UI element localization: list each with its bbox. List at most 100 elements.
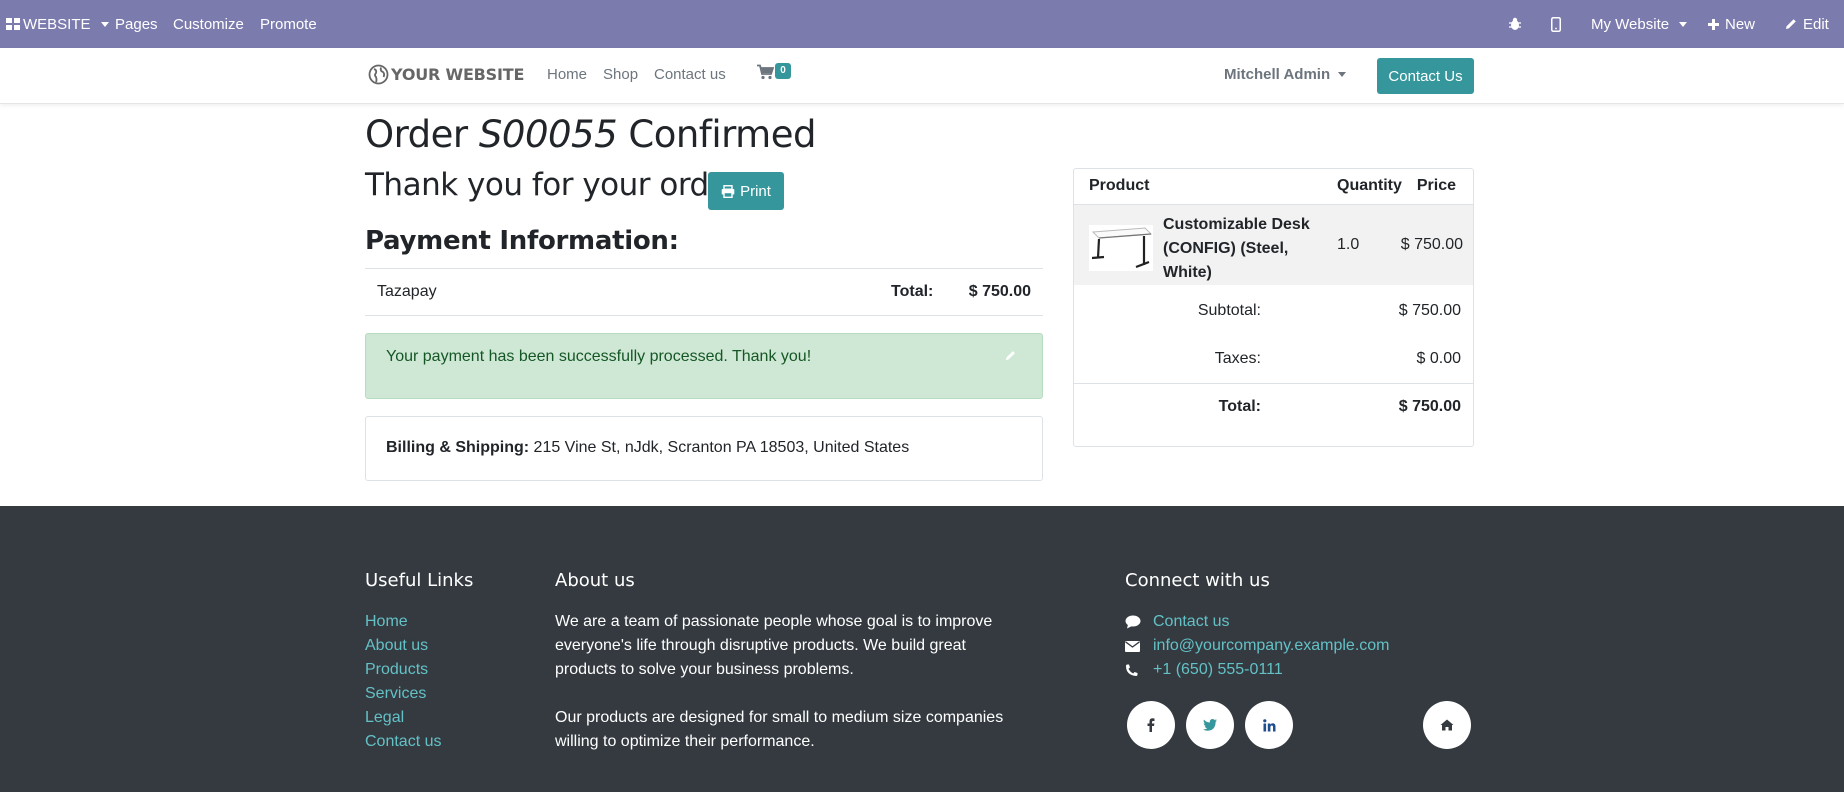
pencil-icon[interactable] bbox=[1005, 350, 1016, 361]
about-paragraph: We are a team of passionate people whose… bbox=[555, 613, 993, 678]
about-heading: About us bbox=[555, 570, 635, 591]
header-price: Price bbox=[1416, 177, 1456, 194]
site-header: YOUR WEBSITE Home Shop Contact us 0 Mitc… bbox=[0, 48, 1844, 104]
payment-row: Tazapay Total: $ 750.00 bbox=[365, 268, 1043, 316]
bug-icon bbox=[1508, 17, 1522, 31]
print-icon bbox=[721, 184, 735, 198]
subtotal-label: Subtotal: bbox=[1197, 302, 1261, 319]
debug-button[interactable] bbox=[1508, 0, 1522, 48]
header-quantity: Quantity bbox=[1337, 177, 1402, 194]
order-reference: S00055 bbox=[478, 113, 618, 156]
connect-heading: Connect with us bbox=[1125, 570, 1270, 591]
payment-acquirer: Tazapay bbox=[377, 283, 437, 300]
product-name: Customizable Desk (CONFIG) (Steel, White… bbox=[1163, 216, 1310, 281]
promote-menu[interactable]: Promote bbox=[260, 0, 317, 48]
pages-menu[interactable]: Pages bbox=[115, 0, 158, 48]
product-quantity: 1.0 bbox=[1337, 236, 1360, 253]
divider bbox=[1074, 383, 1473, 384]
linkedin-icon bbox=[1262, 718, 1276, 732]
globe-icon bbox=[368, 64, 389, 85]
mobile-icon bbox=[1551, 16, 1561, 32]
twitter-icon bbox=[1203, 719, 1217, 731]
header-product: Product bbox=[1089, 177, 1150, 194]
cart-icon bbox=[757, 64, 774, 80]
facebook-button[interactable] bbox=[1127, 701, 1175, 749]
user-name: Mitchell Admin bbox=[1224, 66, 1331, 83]
footer-link-products[interactable]: Products bbox=[365, 658, 441, 682]
footer-link-home[interactable]: Home bbox=[365, 610, 441, 634]
print-label: Print bbox=[740, 182, 771, 200]
footer-link-services[interactable]: Services bbox=[365, 682, 441, 706]
contact-us-button[interactable]: Contact Us bbox=[1377, 58, 1474, 94]
billing-shipping-box: Billing & Shipping: 215 Vine St, nJdk, S… bbox=[365, 416, 1043, 481]
product-image bbox=[1089, 225, 1153, 271]
billing-label: Billing & Shipping: bbox=[386, 439, 530, 456]
useful-links-heading: Useful Links bbox=[365, 570, 474, 591]
mobile-preview-button[interactable] bbox=[1551, 0, 1561, 48]
home-button[interactable] bbox=[1423, 701, 1471, 749]
website-menu-label: WEBSITE bbox=[23, 15, 91, 33]
order-summary-card: Product Quantity Price Customizable Desk… bbox=[1073, 168, 1474, 447]
about-text: We are a team of passionate people whose… bbox=[555, 610, 1025, 754]
user-menu[interactable]: Mitchell Admin bbox=[1224, 66, 1347, 83]
new-button[interactable]: New bbox=[1708, 0, 1755, 48]
edit-button[interactable]: Edit bbox=[1785, 0, 1829, 48]
footer-contact-link[interactable]: Contact us bbox=[1153, 613, 1229, 631]
thank-you-message: Thank you for your order. bbox=[365, 167, 747, 203]
payment-heading: Payment Information: bbox=[365, 226, 679, 256]
twitter-button[interactable] bbox=[1186, 701, 1234, 749]
apps-icon bbox=[6, 18, 20, 30]
nav-contact-us[interactable]: Contact us bbox=[654, 66, 726, 83]
footer-link-legal[interactable]: Legal bbox=[365, 706, 441, 730]
list-item: +1 (650) 555-0111 bbox=[1125, 658, 1390, 682]
billing-line: Billing & Shipping: 215 Vine St, nJdk, S… bbox=[386, 439, 909, 457]
comment-icon bbox=[1125, 615, 1153, 629]
list-item: Contact us bbox=[1125, 610, 1390, 634]
footer-phone-link[interactable]: +1 (650) 555-0111 bbox=[1153, 661, 1283, 679]
list-item: info@yourcompany.example.com bbox=[1125, 634, 1390, 658]
page-title: Order S00055 Confirmed bbox=[365, 113, 816, 156]
footer-link-contact-us[interactable]: Contact us bbox=[365, 730, 441, 754]
nav-shop[interactable]: Shop bbox=[603, 66, 638, 83]
footer-link-about-us[interactable]: About us bbox=[365, 634, 441, 658]
site-selector[interactable]: My Website bbox=[1591, 0, 1688, 48]
nav-home[interactable]: Home bbox=[547, 66, 587, 83]
linkedin-button[interactable] bbox=[1245, 701, 1293, 749]
title-suffix: Confirmed bbox=[617, 113, 816, 156]
plus-icon bbox=[1708, 18, 1719, 30]
useful-links-list: Home About us Products Services Legal Co… bbox=[365, 610, 441, 754]
product-price: $ 750.00 bbox=[1400, 236, 1463, 253]
cart-link[interactable]: 0 bbox=[757, 63, 791, 80]
taxes-value: $ 0.00 bbox=[1416, 350, 1461, 367]
edit-label: Edit bbox=[1803, 15, 1829, 33]
summary-total-label: Total: bbox=[1218, 398, 1261, 415]
chevron-down-icon bbox=[1679, 21, 1688, 27]
logo-text: YOUR WEBSITE bbox=[391, 65, 525, 84]
footer-email-link[interactable]: info@yourcompany.example.com bbox=[1153, 637, 1390, 655]
chevron-down-icon bbox=[100, 21, 109, 27]
customize-menu[interactable]: Customize bbox=[173, 0, 244, 48]
site-logo[interactable]: YOUR WEBSITE bbox=[368, 64, 524, 85]
facebook-icon bbox=[1147, 718, 1155, 732]
taxes-label: Taxes: bbox=[1214, 350, 1261, 367]
contact-list: Contact us info@yourcompany.example.com … bbox=[1125, 610, 1390, 682]
summary-total-value: $ 750.00 bbox=[1398, 398, 1461, 415]
pencil-icon bbox=[1785, 18, 1797, 30]
new-label: New bbox=[1725, 15, 1756, 33]
success-message: Your payment has been successfully proce… bbox=[386, 348, 812, 365]
footer: Useful Links Home About us Products Serv… bbox=[0, 506, 1844, 792]
envelope-icon bbox=[1125, 640, 1153, 652]
home-icon bbox=[1440, 719, 1454, 731]
phone-icon bbox=[1125, 664, 1153, 677]
title-prefix: Order bbox=[365, 113, 479, 156]
chevron-down-icon bbox=[1338, 72, 1347, 77]
print-button[interactable]: Print bbox=[708, 172, 784, 210]
website-menu[interactable]: WEBSITE bbox=[6, 0, 109, 48]
admin-bar: WEBSITE Pages Customize Promote My Websi… bbox=[0, 0, 1844, 48]
billing-address: 215 Vine St, nJdk, Scranton PA 18503, Un… bbox=[529, 439, 910, 456]
subtotal-value: $ 750.00 bbox=[1398, 302, 1461, 319]
about-paragraph: Our products are designed for small to m… bbox=[555, 709, 1004, 750]
payment-total-label: Total: bbox=[891, 283, 934, 300]
cart-count-badge: 0 bbox=[775, 63, 791, 79]
table-row: Customizable Desk (CONFIG) (Steel, White… bbox=[1074, 205, 1473, 285]
